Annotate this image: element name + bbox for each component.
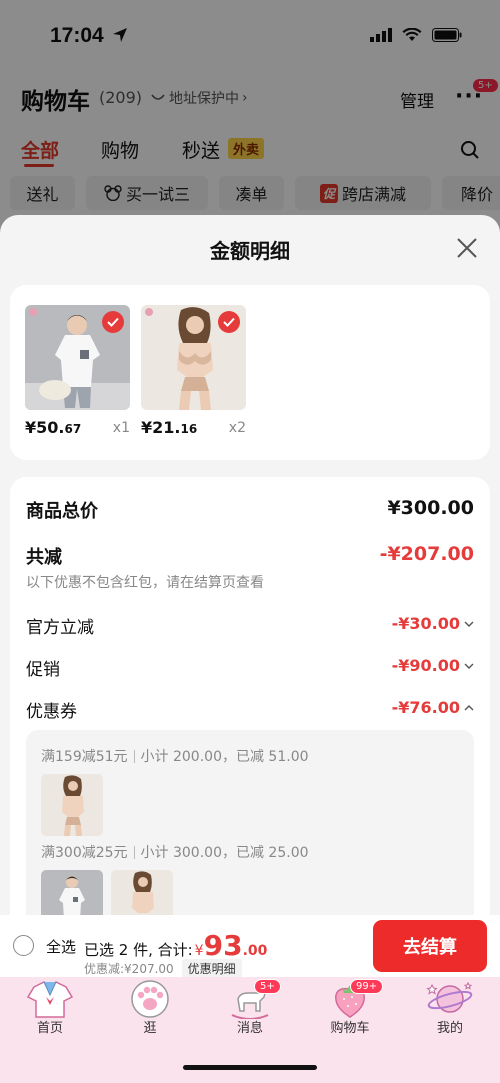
product-image [25, 305, 130, 410]
tab-label: 逛 [143, 1021, 157, 1036]
paw-icon [131, 980, 169, 1018]
selected-count-text: 已选 2 件, 合计: [84, 941, 193, 959]
total-decimal: .00 [242, 943, 268, 959]
coupon-rule: 满159减51元 [41, 749, 128, 765]
product-item[interactable]: ¥50.67 x1 [25, 305, 130, 437]
official-discount-label: 官方立减 [26, 618, 94, 638]
promotion-row[interactable]: -¥90.00 [392, 656, 474, 675]
chevron-up-icon [464, 704, 474, 710]
promotion-label: 促销 [26, 660, 60, 680]
tab-label: 消息 [236, 1021, 263, 1036]
tab-browse[interactable]: 逛 [100, 977, 200, 1037]
price-decimal: 67 [64, 422, 82, 436]
price-integer: ¥50. [25, 418, 65, 437]
chevron-down-icon [464, 663, 474, 669]
close-icon[interactable] [456, 237, 478, 259]
total-currency: ¥ [194, 943, 204, 959]
home-indicator [183, 1065, 317, 1070]
sailor-shirt-icon [26, 981, 74, 1018]
total-reduction-value: -¥207.00 [379, 543, 474, 565]
official-discount-row[interactable]: -¥30.00 [392, 614, 474, 633]
coupon-line: 满300减25元 小计 300.00，已减 25.00 [41, 842, 309, 862]
official-discount-value: -¥30.00 [391, 614, 460, 633]
chevron-down-icon [464, 621, 474, 627]
cart-badge: 99+ [350, 979, 384, 994]
total-integer: 93 [203, 929, 243, 962]
reduction-note: 以下优惠不包含红包，请在结算页查看 [26, 575, 264, 591]
product-item[interactable]: ¥21.16 x2 [141, 305, 246, 437]
coupon-detail: 小计 300.00，已减 25.00 [140, 845, 309, 861]
tab-home[interactable]: 首页 [0, 977, 100, 1037]
product-quantity: x1 [112, 420, 130, 436]
selected-check-icon[interactable] [102, 311, 124, 333]
discount-line: 优惠减:¥207.00 优惠明细 [84, 959, 242, 978]
planet-icon [426, 981, 473, 1013]
selected-total: 已选 2 件, 合计: ¥ 93 .00 [84, 929, 268, 962]
coupon-line: 满159减51元 小计 200.00，已减 51.00 [41, 746, 309, 766]
total-reduction-label: 共减 [26, 547, 62, 568]
products-card: ¥50.67 x1 ¥21.16 x2 [10, 285, 490, 460]
selected-check-icon[interactable] [218, 311, 240, 333]
tab-label: 我的 [436, 1021, 463, 1036]
coupon-rule: 满300减25元 [41, 845, 128, 861]
goods-total-label: 商品总价 [26, 501, 98, 522]
bottom-tab-bar: 首页 逛 5+ 消息 99+ 购物车 我的 [0, 977, 500, 1083]
coupon-value: -¥76.00 [391, 698, 460, 717]
product-image [141, 305, 246, 410]
coupon-product-thumb [41, 774, 103, 836]
price-integer: ¥21. [141, 418, 181, 437]
messages-badge: 5+ [254, 979, 281, 994]
product-quantity: x2 [228, 420, 246, 436]
product-price: ¥21.16 [141, 418, 197, 437]
checkout-bar: 全选 已选 2 件, 合计: ¥ 93 .00 优惠减:¥207.00 优惠明细… [0, 915, 500, 978]
product-price: ¥50.67 [25, 418, 81, 437]
price-decimal: 16 [180, 422, 198, 436]
tab-profile[interactable]: 我的 [400, 977, 500, 1037]
checkout-button[interactable]: 去结算 [373, 920, 487, 972]
tab-cart[interactable]: 99+ 购物车 [300, 977, 400, 1037]
coupon-row[interactable]: -¥76.00 [392, 698, 474, 717]
tab-messages[interactable]: 5+ 消息 [200, 977, 300, 1037]
sheet-title: 金额明细 [210, 239, 290, 263]
tab-label: 购物车 [330, 1021, 370, 1036]
discount-detail-link[interactable]: 优惠明细 [181, 959, 242, 978]
discount-amount: 优惠减:¥207.00 [84, 962, 174, 976]
coupon-label: 优惠券 [26, 702, 77, 722]
goods-total-value: ¥300.00 [387, 497, 474, 519]
select-all-label[interactable]: 全选 [46, 936, 76, 957]
select-all-radio[interactable] [13, 935, 34, 956]
tab-label: 首页 [36, 1021, 63, 1036]
coupon-detail: 小计 200.00，已减 51.00 [140, 749, 309, 765]
promotion-value: -¥90.00 [391, 656, 460, 675]
